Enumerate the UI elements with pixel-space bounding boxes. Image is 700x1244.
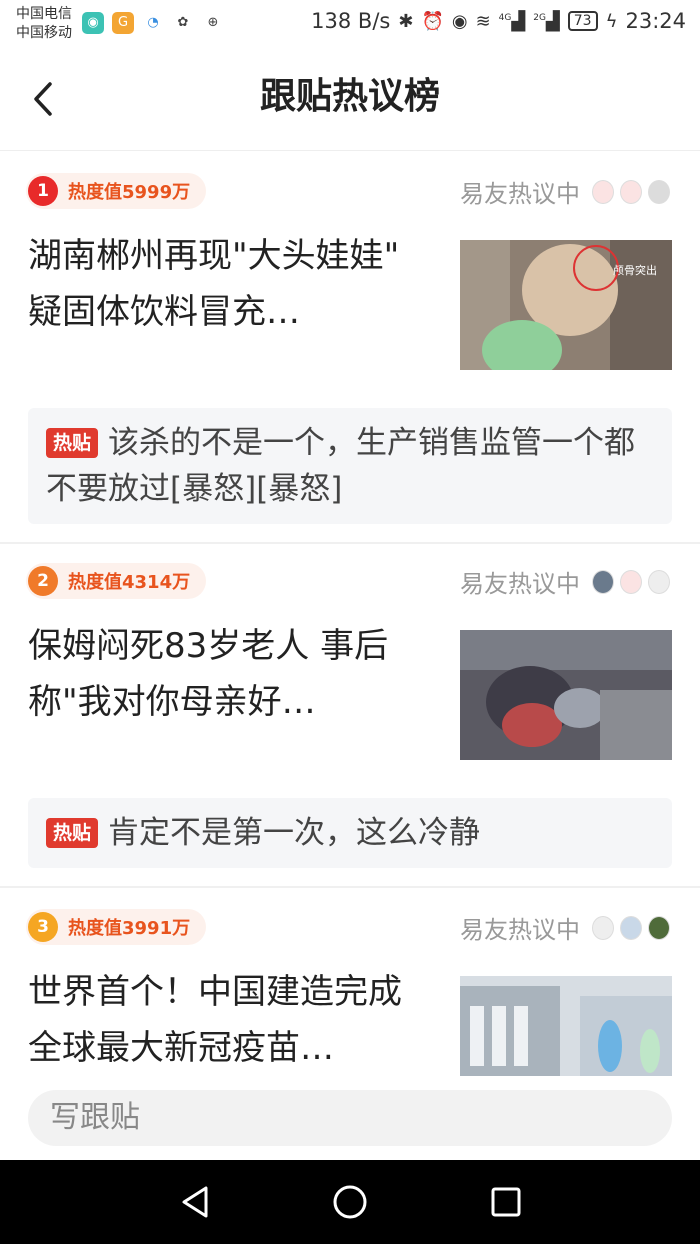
carrier-2: 中国移动 xyxy=(16,25,72,41)
eye-icon: ◉ xyxy=(451,10,468,32)
discussion-label: 易友热议中 xyxy=(460,916,580,944)
signal-2g-icon: 2G▟ xyxy=(533,10,560,32)
comment-text: 肯定不是第一次，这么冷静 xyxy=(108,815,481,851)
heat-value: 热度值3991万 xyxy=(68,918,191,939)
signal-4g-icon: 4G▟ xyxy=(498,10,526,32)
discussion-label: 易友热议中 xyxy=(460,570,580,598)
triangle-back-icon xyxy=(182,1186,208,1218)
system-nav-bar xyxy=(0,1160,700,1244)
user-avatar-icon xyxy=(620,915,642,940)
news-thumbnail[interactable]: 颅骨突出 xyxy=(460,240,672,370)
comment-content: 热贴 该杀的不是一个，生产销售监管一个都不要放过[暴怒][暴怒] xyxy=(28,408,672,524)
status-bar: 中国电信 中国移动 ◉ G ◔ ✿ ⊕ 138 B/s ✱ ⏰ ◉ ≋ 4G▟ … xyxy=(0,0,700,50)
news-card-2[interactable]: 2 热度值4314万 易友热议中 保姆闷死83岁老人 事后称"我对你母亲好… 热… xyxy=(0,544,700,886)
reply-bar: 写跟贴 xyxy=(0,1080,700,1160)
alarm-icon: ⏰ xyxy=(421,10,444,32)
page-title: 跟贴热议榜 xyxy=(259,76,440,117)
rank-number: 1 xyxy=(28,176,58,206)
discussion-status: 易友热议中 xyxy=(460,174,670,209)
comment-content: 热贴 肯定不是第一次，这么冷静 xyxy=(28,798,672,868)
discussion-status: 易友热议中 xyxy=(460,564,670,599)
circle-home-icon xyxy=(333,1185,367,1219)
user-avatar-icon xyxy=(620,569,642,594)
g-app-icon: G xyxy=(112,12,134,34)
user-avatar-icon xyxy=(592,179,614,204)
rank-number: 3 xyxy=(28,912,58,942)
wechat-icon: ✿ xyxy=(172,12,194,34)
discussion-label: 易友热议中 xyxy=(460,180,580,208)
headline[interactable]: 世界首个！中国建造完成全球最大新冠疫苗… xyxy=(28,964,428,1076)
nav-home-button[interactable] xyxy=(330,1182,370,1222)
news-card-3[interactable]: 3 热度值3991万 易友热议中 世界首个！中国建造完成全球最大新冠疫苗… xyxy=(0,888,700,1080)
notification-icons: ◉ G ◔ ✿ ⊕ xyxy=(82,12,224,34)
heat-badge: 3 热度值3991万 xyxy=(26,909,207,945)
user-avatar-icon xyxy=(620,179,642,204)
discussion-status: 易友热议中 xyxy=(460,910,670,945)
bluetooth-icon: ✱ xyxy=(398,10,414,32)
hot-comment[interactable]: 热贴 该杀的不是一个，生产销售监管一个都不要放过[暴怒][暴怒] xyxy=(28,408,672,524)
battery-icon: 73 xyxy=(567,11,598,31)
news-card-1[interactable]: 1 热度值5999万 易友热议中 湖南郴州再现"大头娃娃" 疑固体饮料冒充… 颅… xyxy=(0,152,700,542)
news-thumbnail[interactable] xyxy=(460,976,672,1076)
user-avatar-icon xyxy=(648,179,670,204)
rank-number: 2 xyxy=(28,566,58,596)
thumbnail-image xyxy=(460,630,672,760)
comment-text: 该杀的不是一个，生产销售监管一个都不要放过[暴怒][暴怒] xyxy=(46,425,636,507)
carrier-info: 中国电信 中国移动 xyxy=(16,5,72,43)
thumbnail-caption: 颅骨突出 xyxy=(613,264,657,277)
status-right: 138 B/s ✱ ⏰ ◉ ≋ 4G▟ 2G▟ 73 ϟ 23:24 xyxy=(311,9,686,33)
globe-icon: ⊕ xyxy=(202,12,224,34)
hot-comment-tag: 热贴 xyxy=(46,428,99,458)
thumbnail-image xyxy=(460,976,672,1076)
user-avatar-icon xyxy=(648,915,670,940)
user-avatar-icon xyxy=(592,569,614,594)
app-notification-icon: ◉ xyxy=(82,12,104,34)
hot-comment[interactable]: 热贴 肯定不是第一次，这么冷静 xyxy=(28,798,672,868)
news-thumbnail[interactable] xyxy=(460,630,672,760)
heat-value: 热度值5999万 xyxy=(68,182,191,203)
heat-value: 热度值4314万 xyxy=(68,572,191,593)
carrier-1: 中国电信 xyxy=(16,6,72,22)
hot-comment-tag: 热贴 xyxy=(46,818,99,848)
headline[interactable]: 湖南郴州再现"大头娃娃" 疑固体饮料冒充… xyxy=(28,228,428,340)
net-speed: 138 B/s xyxy=(311,9,391,33)
user-avatar-icon xyxy=(592,915,614,940)
browser-icon: ◔ xyxy=(142,12,164,34)
header: 跟贴热议榜 xyxy=(0,50,700,151)
nav-back-button[interactable] xyxy=(176,1182,216,1222)
heat-badge: 1 热度值5999万 xyxy=(26,173,207,209)
square-recent-icon xyxy=(491,1187,521,1217)
clock: 23:24 xyxy=(625,9,686,33)
heat-badge: 2 热度值4314万 xyxy=(26,563,207,599)
reply-input[interactable]: 写跟贴 xyxy=(28,1090,672,1146)
user-avatar-icon xyxy=(648,569,670,594)
wifi-icon: ≋ xyxy=(475,10,491,32)
headline[interactable]: 保姆闷死83岁老人 事后称"我对你母亲好… xyxy=(28,618,428,730)
thumbnail-image xyxy=(460,240,672,370)
charging-icon: ϟ xyxy=(605,10,618,32)
nav-recent-button[interactable] xyxy=(486,1182,526,1222)
